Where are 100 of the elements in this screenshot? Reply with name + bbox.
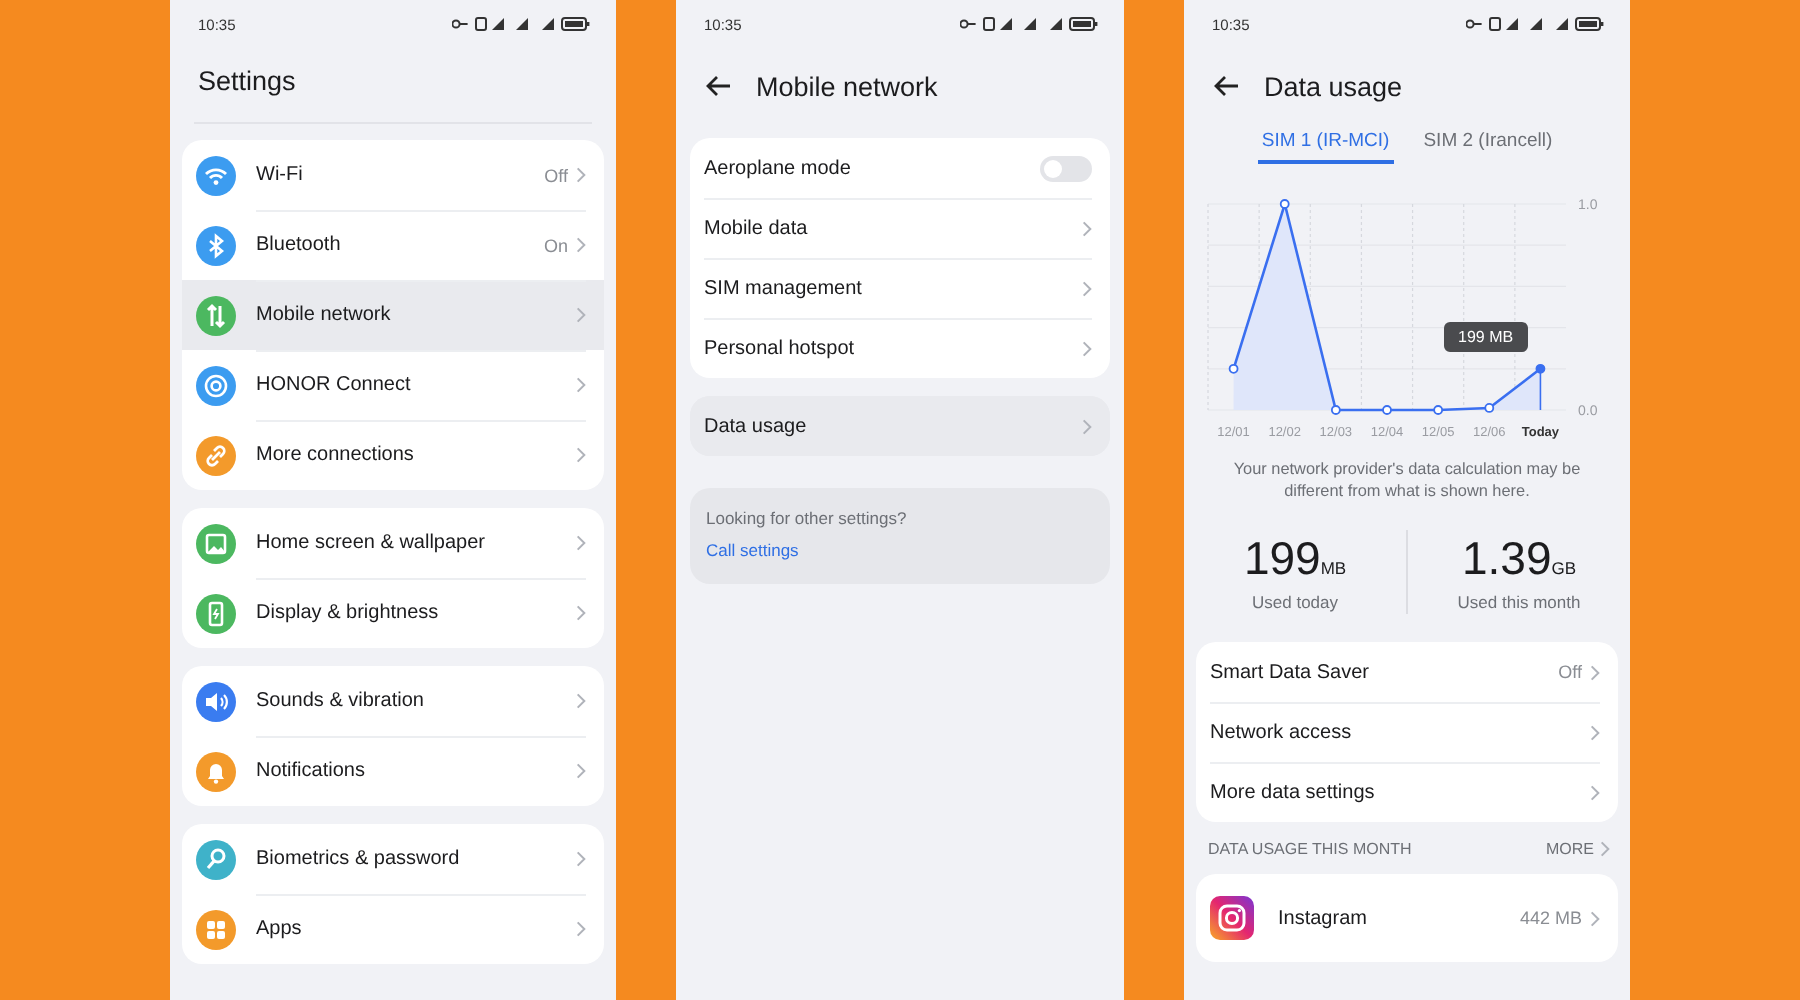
chevron-icon (576, 166, 586, 184)
settings-label: Home screen & wallpaper (256, 532, 487, 554)
data-point (1279, 199, 1290, 209)
chevron-icon (576, 920, 586, 938)
mobile-data-icon (196, 295, 236, 335)
status-bar-drawing (1466, 16, 1606, 32)
sim-tab[interactable]: SIM 1 (IR-MCI) (1257, 130, 1394, 164)
settings-label: Network access (1210, 721, 1354, 744)
bluetooth-icon (196, 225, 236, 265)
status-bar-drawing (452, 16, 592, 32)
data-point (1535, 363, 1546, 374)
chevron-icon (576, 534, 586, 552)
chevron-icon (1590, 909, 1600, 928)
settings-item[interactable]: More connections (182, 420, 604, 490)
speaker-icon (196, 681, 236, 721)
data-point (1382, 405, 1392, 415)
settings-label: Sounds & vibration (256, 690, 426, 712)
usage-amount: 1.39GB (1461, 532, 1577, 587)
usage-amount: 199MB (1243, 532, 1347, 587)
chevron-icon (576, 446, 586, 464)
chevron-icon (1590, 663, 1600, 682)
back-icon[interactable] (704, 74, 732, 98)
settings-item[interactable]: More data settings (1196, 762, 1618, 823)
settings-label: Personal hotspot (704, 337, 857, 359)
back-icon[interactable] (1212, 74, 1240, 98)
setting-value: On (543, 235, 568, 255)
bell-icon (196, 751, 236, 791)
setting-value: Off (1558, 662, 1582, 683)
settings-label: Mobile data (704, 217, 810, 239)
settings-item[interactable]: Bluetooth On (182, 210, 604, 280)
usage-caption: Used this month (1457, 592, 1581, 613)
settings-item[interactable]: Home screen & wallpaper (182, 508, 604, 578)
chevron-icon (1590, 783, 1600, 802)
settings-label: Biometrics & password (256, 848, 462, 870)
settings-label: Apps (256, 918, 304, 940)
settings-item[interactable]: Apps (182, 894, 604, 964)
screen-title: Data usage (1264, 71, 1403, 101)
screen-title: Mobile network (756, 71, 938, 101)
chevron-icon (576, 762, 586, 780)
app-item[interactable]: Instagram 442 MB (1196, 874, 1618, 963)
chevron-icon (576, 376, 586, 394)
wifi-icon (196, 155, 236, 195)
chevron-icon (1082, 417, 1092, 435)
settings-label: Data usage (704, 415, 809, 437)
settings-item[interactable]: Mobile network (182, 280, 604, 350)
data-point (1330, 405, 1341, 415)
camera-app-icon (1210, 896, 1254, 941)
settings-label: Display & brightness (256, 602, 441, 624)
settings-item[interactable]: Aeroplane mode (690, 138, 1110, 198)
settings-label: More data settings (1210, 781, 1377, 804)
usage-caption: Used today (1252, 592, 1338, 613)
settings-item[interactable]: Display & brightness (182, 578, 604, 648)
phone-icon (196, 593, 236, 633)
settings-item[interactable]: Sounds & vibration (182, 666, 604, 736)
section-heading: DATA USAGE THIS MONTH (1208, 840, 1412, 859)
settings-label: Aeroplane mode (704, 157, 853, 179)
chevron-icon (576, 604, 586, 622)
apps-icon (196, 909, 236, 949)
settings-label: Wi-Fi (256, 164, 305, 186)
value-tooltip: 199 MB (1444, 322, 1528, 352)
settings-item[interactable]: HONOR Connect (182, 350, 604, 420)
call-settings-link[interactable]: Call settings (706, 540, 799, 560)
disclaimer-text: Your network provider's data calculation may be different from what is shown here. (1231, 458, 1583, 503)
sim-tab[interactable]: SIM 2 (Irancell) (1419, 130, 1557, 164)
chevron-icon (1590, 723, 1600, 742)
settings-item[interactable]: Notifications (182, 736, 604, 806)
settings-item[interactable]: Personal hotspot (690, 318, 1110, 378)
more-link[interactable]: MORE (1546, 840, 1610, 859)
settings-label: Smart Data Saver (1210, 661, 1371, 684)
settings-item[interactable]: Biometrics & password (182, 824, 604, 894)
chevron-icon (576, 236, 586, 254)
screen-title: Settings (196, 64, 298, 100)
chevron-icon (1082, 339, 1092, 357)
app-name: Instagram (1278, 907, 1369, 930)
chevron-icon (576, 850, 586, 868)
settings-item[interactable]: Wi-Fi Off (182, 140, 604, 210)
settings-label: Notifications (256, 760, 367, 782)
chevron-icon (576, 692, 586, 710)
chevron-icon (1082, 279, 1092, 297)
settings-item[interactable]: Mobile data (690, 198, 1110, 258)
chevron-icon (576, 306, 586, 324)
chevron-icon (1600, 840, 1610, 859)
data-point (1484, 403, 1495, 413)
settings-label: SIM management (704, 277, 864, 299)
target-icon (196, 365, 236, 405)
chevron-icon (1082, 219, 1092, 237)
settings-item[interactable]: SIM management (690, 258, 1110, 318)
setting-value: Off (544, 165, 568, 185)
toggle-switch[interactable] (1040, 155, 1092, 181)
app-usage: 442 MB (1519, 908, 1582, 929)
settings-label: Mobile network (256, 304, 393, 326)
settings-item[interactable]: Network access (1196, 702, 1618, 763)
status-bar-drawing (960, 16, 1100, 32)
settings-item[interactable]: Smart Data Saver Off (1196, 642, 1618, 703)
settings-label: HONOR Connect (256, 374, 413, 396)
hint-text: Looking for other settings? (706, 508, 909, 528)
image-icon (196, 523, 236, 563)
data-point (1433, 405, 1444, 415)
data-point (1228, 363, 1239, 374)
link-icon (196, 435, 236, 475)
